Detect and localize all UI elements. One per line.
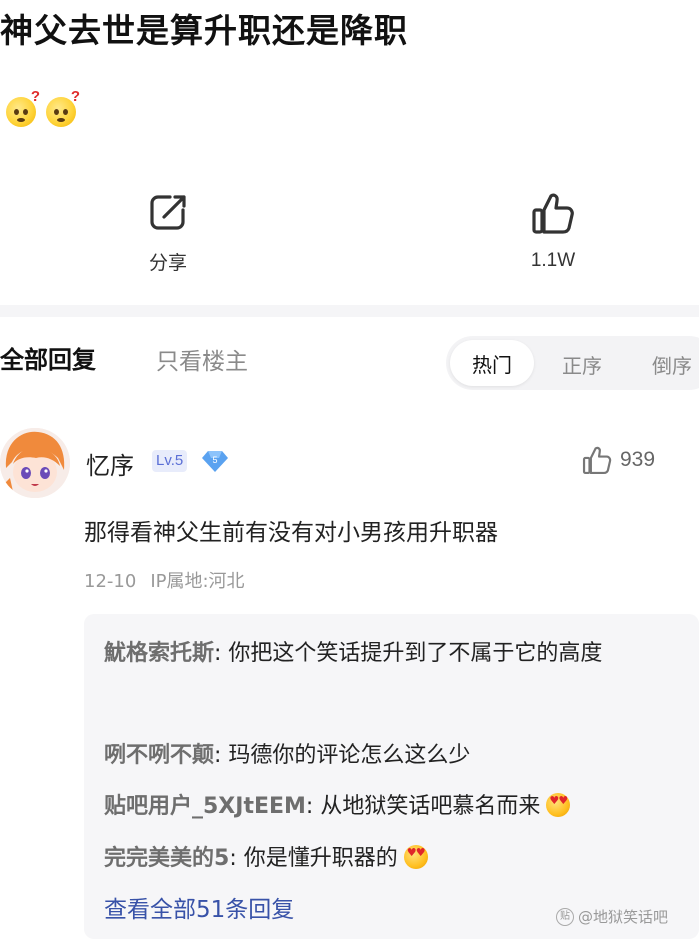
- tab-owner-only[interactable]: 只看楼主: [156, 342, 248, 376]
- post-like-count: 1.1W: [530, 250, 576, 271]
- view-all-replies-link[interactable]: 查看全部51条回复: [104, 890, 294, 924]
- sort-toggle: 热门 正序 倒序: [446, 336, 699, 390]
- vip-diamond-icon: 5: [202, 451, 228, 472]
- share-button[interactable]: 分享: [130, 190, 206, 275]
- reply-text: 玛德你的评论怎么这么少: [228, 743, 471, 768]
- tieba-logo-icon: 贴: [556, 907, 574, 926]
- share-icon: [150, 195, 186, 230]
- heart-eyes-icon: [403, 845, 428, 869]
- list-item[interactable]: 魷格索托斯: 你把这个笑话提升到了不属于它的高度: [104, 628, 674, 679]
- sort-asc-button[interactable]: 正序: [562, 350, 602, 379]
- avatar[interactable]: [0, 428, 70, 498]
- reply-text: 你把这个笑话提升到了不属于它的高度: [228, 641, 603, 666]
- comment-like-button[interactable]: 939: [582, 444, 655, 476]
- list-item[interactable]: 咧不咧不颠: 玛德你的评论怎么这么少: [104, 733, 470, 779]
- thinking-face-icon: ?: [46, 88, 80, 127]
- comment-location: IP属地:河北: [150, 571, 245, 592]
- anime-avatar-icon: [0, 428, 70, 498]
- comment-text: 那得看神父生前有没有对小男孩用升职器: [84, 520, 498, 546]
- reply-text: 从地狱笑话吧慕名而来: [320, 794, 541, 819]
- reply-panel[interactable]: 魷格索托斯: 你把这个笑话提升到了不属于它的高度 咧不咧不颠: 玛德你的评论怎么…: [84, 614, 699, 939]
- reply-user[interactable]: 咧不咧不颠: [104, 743, 214, 768]
- thumbs-up-icon: [582, 446, 612, 475]
- reply-user[interactable]: 完完美美的5: [104, 846, 229, 871]
- comment-meta: 12-10 IP属地:河北: [84, 567, 245, 593]
- level-badge: Lv.5: [152, 450, 188, 472]
- share-label: 分享: [148, 252, 187, 274]
- comment-date: 12-10: [84, 571, 137, 592]
- sort-desc-button[interactable]: 倒序: [652, 350, 692, 379]
- section-divider: [0, 305, 699, 317]
- post-emoji-row: ? ?: [6, 88, 80, 127]
- watermark: 贴 @地狱笑话吧: [556, 906, 668, 927]
- reply-user[interactable]: 魷格索托斯: [104, 641, 214, 666]
- svg-text:5: 5: [212, 455, 217, 465]
- post-title: 神父去世是算升职还是降职: [0, 11, 408, 50]
- comment-username[interactable]: 忆序: [86, 446, 134, 481]
- thinking-face-icon: ?: [6, 88, 40, 127]
- thumbs-up-icon: [532, 193, 574, 234]
- list-item[interactable]: 贴吧用户_5XJtEEM: 从地狱笑话吧慕名而来: [104, 784, 571, 830]
- watermark-text: @地狱笑话吧: [578, 908, 669, 926]
- reply-user[interactable]: 贴吧用户_5XJtEEM: [104, 794, 306, 819]
- reply-text: 你是懂升职器的: [243, 846, 398, 871]
- sort-hot-button[interactable]: 热门: [450, 340, 534, 386]
- comment-like-count: 939: [620, 448, 656, 471]
- list-item[interactable]: 完完美美的5: 你是懂升职器的: [104, 836, 428, 882]
- heart-eyes-icon: [546, 793, 571, 817]
- tab-all-replies[interactable]: 全部回复: [0, 340, 96, 375]
- post-like-button[interactable]: 1.1W: [515, 190, 591, 272]
- reply-tabs: 全部回复 只看楼主 热门 正序 倒序: [0, 336, 699, 392]
